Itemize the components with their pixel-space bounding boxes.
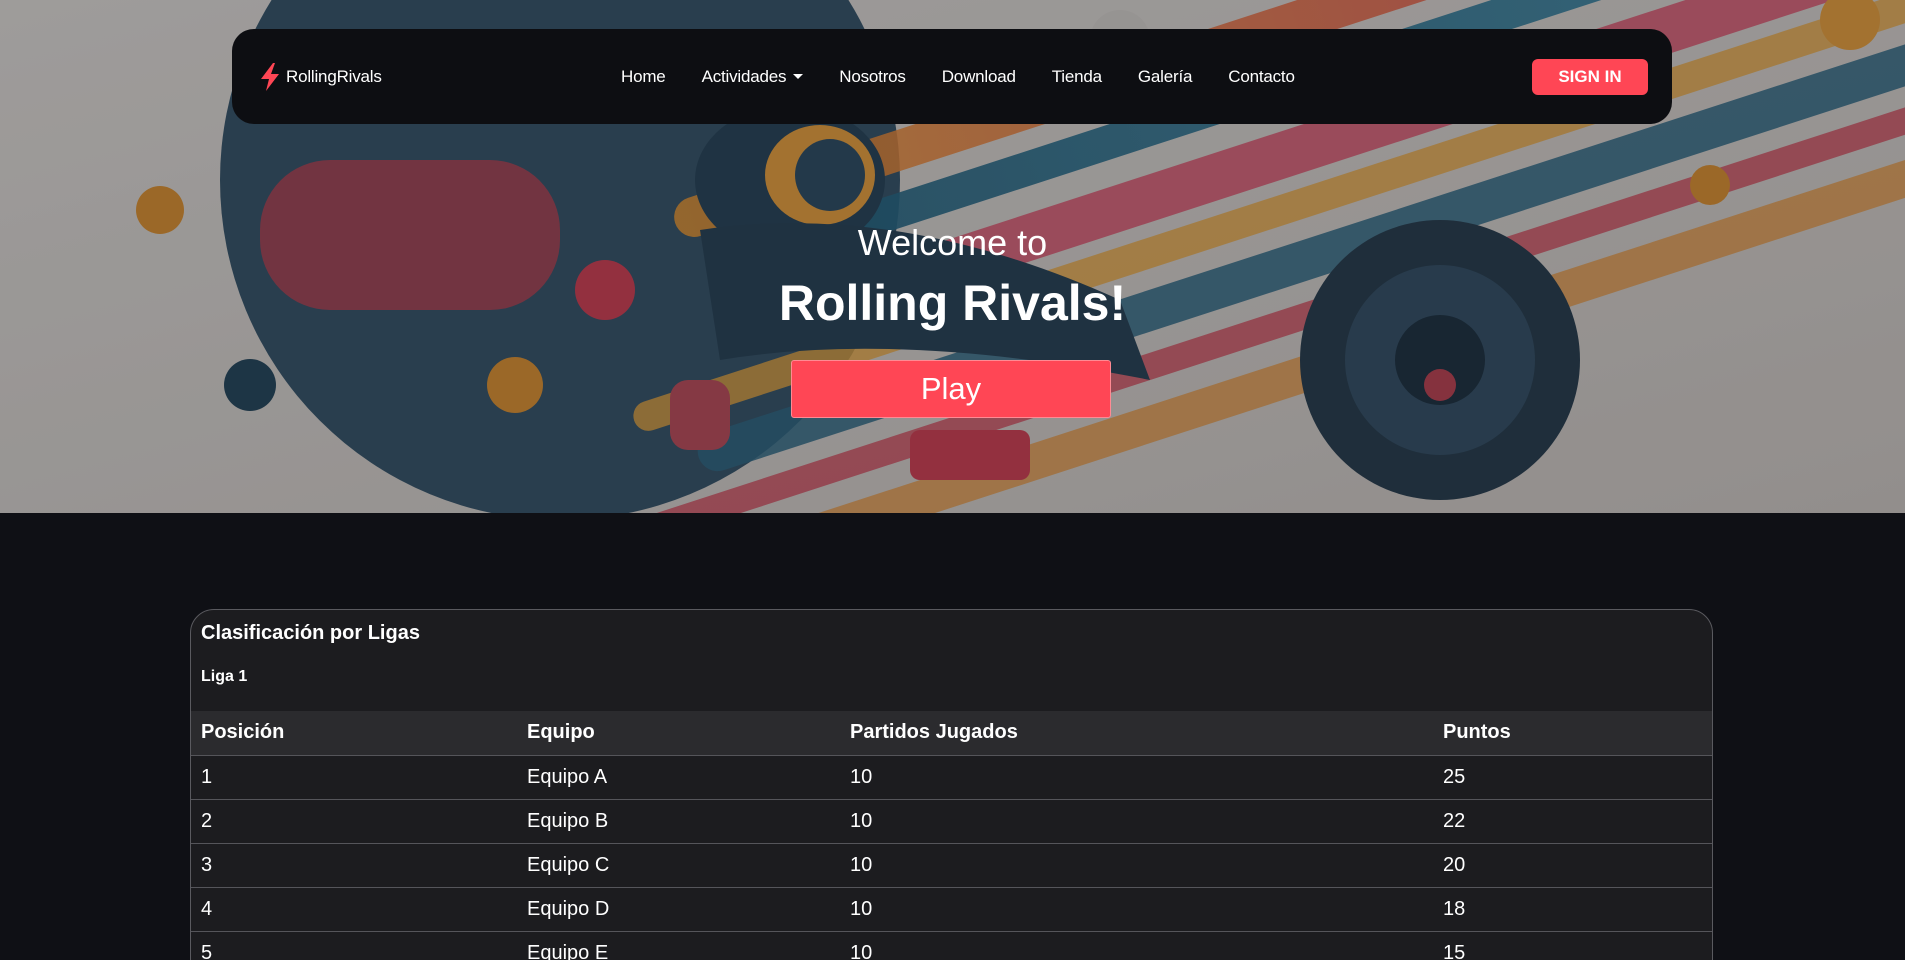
nav-menu: Home Actividades Nosotros Download Tiend… [621,29,1331,124]
brand-name: RollingRivals [286,66,382,86]
table-header-row: Posición Equipo Partidos Jugados Puntos [191,711,1712,756]
top-navbar: RollingRivals Home Actividades Nosotros … [232,29,1672,124]
nav-item-label: Tienda [1051,66,1102,86]
nav-item-galeria[interactable]: Galería [1137,66,1193,87]
nav-item-actividades-dropdown[interactable]: Actividades [702,67,804,87]
cell-position: 4 [191,887,517,932]
hero-welcome-text: Welcome to [857,222,1048,263]
standings-table: Posición Equipo Partidos Jugados Puntos … [191,711,1712,960]
table-row: 4 Equipo D 10 18 [191,887,1712,932]
cell-points: 18 [1433,887,1712,932]
cell-points: 15 [1433,931,1712,960]
cell-games-played: 10 [840,755,1433,800]
nav-item-label: Nosotros [839,66,906,86]
standings-title: Clasificación por Ligas [201,622,420,644]
brand-logo-link[interactable]: RollingRivals [258,29,382,124]
cell-team: Equipo B [517,799,840,844]
cell-points: 25 [1433,755,1712,800]
table-row: 2 Equipo B 10 22 [191,799,1712,844]
caret-down-icon [793,74,804,79]
nav-item-label: Home [621,66,666,86]
cell-games-played: 10 [840,843,1433,888]
cell-position: 5 [191,931,517,960]
nav-item-label: Download [941,66,1016,86]
table-row: 1 Equipo A 10 25 [191,755,1712,800]
sign-in-button[interactable]: SIGN IN [1532,59,1648,95]
table-row: 3 Equipo C 10 20 [191,843,1712,888]
cell-team: Equipo E [517,931,840,960]
nav-item-label: Contacto [1228,66,1295,86]
cell-team: Equipo A [517,755,840,800]
column-header-position: Posición [191,711,517,756]
column-header-points: Puntos [1433,711,1712,756]
play-button[interactable]: Play [791,360,1111,418]
cell-games-played: 10 [840,799,1433,844]
cell-points: 22 [1433,799,1712,844]
hero-game-title: Rolling Rivals! [778,275,1127,331]
table-row: 5 Equipo E 10 15 [191,931,1712,960]
nav-item-label: Galería [1137,66,1193,86]
cell-position: 3 [191,843,517,888]
column-header-games-played: Partidos Jugados [840,711,1433,756]
lightning-bolt-icon [261,62,279,91]
cell-points: 20 [1433,843,1712,888]
cell-games-played: 10 [840,931,1433,960]
column-header-team: Equipo [517,711,840,756]
nav-item-download[interactable]: Download [942,67,1016,87]
league-standings-card: Clasificación por Ligas Liga 1 Posición … [190,609,1713,960]
nav-item-tienda[interactable]: Tienda [1052,67,1102,87]
cell-team: Equipo D [517,887,840,932]
nav-item-home[interactable]: Home [621,67,666,87]
cell-team: Equipo C [517,843,840,888]
cell-position: 1 [191,755,517,800]
cell-position: 2 [191,799,517,844]
nav-item-contacto[interactable]: Contacto [1228,66,1295,87]
cell-games-played: 10 [840,887,1433,932]
league-name: Liga 1 [201,668,248,685]
nav-item-label: Actividades [701,66,787,86]
nav-item-nosotros[interactable]: Nosotros [839,66,906,87]
